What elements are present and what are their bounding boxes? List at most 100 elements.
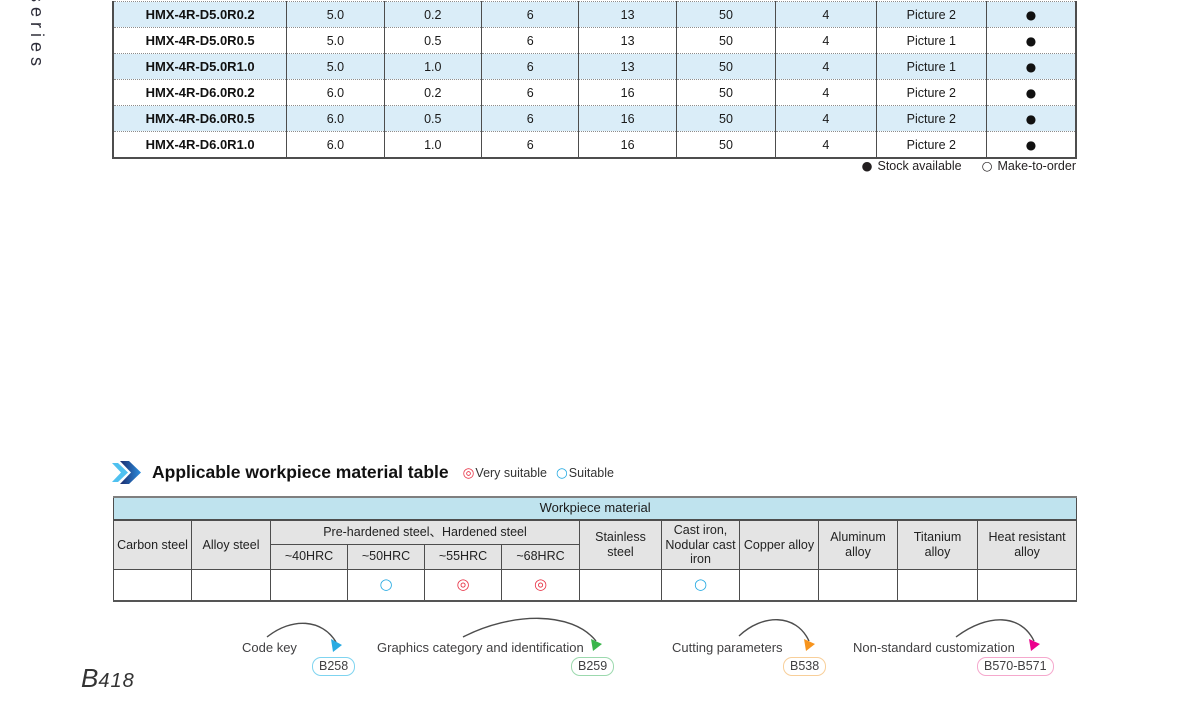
very-suitable-label: Very suitable: [475, 465, 547, 480]
mark-cell: [270, 568, 348, 601]
cell: 13: [578, 53, 677, 80]
mark-cell: [113, 568, 192, 601]
col-cast-iron: Cast iron, Nodular cast iron: [661, 519, 740, 570]
cell: 1.0: [384, 131, 483, 158]
section-title: Applicable workpiece material table: [152, 462, 449, 482]
stock-cell: ●: [986, 27, 1076, 54]
mark-cell: [191, 568, 271, 601]
cell: 6.0: [286, 131, 385, 158]
suitable-label: Suitable: [568, 465, 614, 480]
annotation-graphics-category: Graphics category and identification: [377, 640, 584, 655]
col-carbon-steel: Carbon steel: [113, 519, 192, 570]
table-row: HMX-4R-D5.0R0.5 5.0 0.5 6 13 50 4 Pictur…: [113, 27, 1076, 54]
page-number-digits: 418: [98, 670, 135, 692]
arrowhead-blue: [331, 639, 342, 652]
cell: 1.0: [384, 53, 483, 80]
product-code: HMX-4R-D6.0R1.0: [113, 131, 288, 158]
stock-cell: ●: [986, 53, 1076, 80]
col-68hrc: ~68HRC: [501, 543, 580, 570]
cell: 6: [481, 1, 580, 28]
table-row: HMX-4R-D6.0R0.5 6.0 0.5 6 16 50 4 Pictur…: [113, 105, 1076, 132]
mark-cell: [976, 568, 1078, 601]
arrowhead-pink: [1029, 639, 1040, 651]
arrowhead-orange: [804, 639, 815, 651]
stock-cell: ●: [986, 79, 1076, 106]
very-suitable-icon: ◎: [462, 464, 475, 481]
stock-available-icon: ●: [1025, 85, 1037, 100]
cell: 0.2: [384, 79, 483, 106]
col-50hrc: ~50HRC: [347, 543, 425, 570]
col-aluminum-alloy: Aluminum alloy: [818, 519, 898, 570]
cell: 4: [775, 105, 877, 132]
make-to-order-label: Make-to-order: [997, 159, 1077, 173]
page-ref-b570-b571: B570-B571: [977, 657, 1054, 676]
table-row: HMX-4R-D5.0R1.0 5.0 1.0 6 13 50 4 Pictur…: [113, 53, 1076, 80]
picture-ref: Picture 1: [876, 27, 988, 54]
cell: 5.0: [286, 27, 385, 54]
table-row: HMX-4R-D6.0R1.0 6.0 1.0 6 16 50 4 Pictur…: [113, 131, 1076, 159]
col-stainless-steel: Stainless steel: [579, 519, 662, 570]
cell: 5.0: [286, 53, 385, 80]
col-copper-alloy: Copper alloy: [739, 519, 819, 570]
cell: 6: [481, 27, 580, 54]
page-ref-b538: B538: [783, 657, 827, 676]
mark-cell: [897, 568, 978, 601]
table-row: HMX-4R-D5.0R0.2 5.0 0.2 6 13 50 4 Pictur…: [113, 1, 1076, 28]
cell: 6: [481, 53, 580, 80]
cell: 50: [676, 131, 777, 158]
cell: 13: [578, 27, 677, 54]
annotation-non-standard-customization: Non-standard customization: [853, 640, 1015, 655]
arrowhead-green: [591, 639, 602, 651]
cell: 0.2: [384, 1, 483, 28]
mark-cell: ◎: [424, 568, 502, 601]
cell: 50: [676, 79, 777, 106]
col-heat-resistant-alloy: Heat resistant alloy: [976, 519, 1078, 570]
table-row: HMX-4R-D6.0R0.2 6.0 0.2 6 16 50 4 Pictur…: [113, 79, 1076, 106]
col-group-hardened-steel: Pre-hardened steel、Hardened steel: [270, 519, 580, 545]
cell: 6: [481, 79, 580, 106]
cell: 4: [775, 131, 877, 158]
picture-ref: Picture 2: [876, 79, 988, 106]
product-code: HMX-4R-D5.0R0.5: [113, 27, 288, 54]
suitable-icon: ○: [556, 464, 568, 481]
page-ref-b258: B258: [312, 657, 356, 676]
cell: 16: [578, 131, 677, 158]
material-section-header: Applicable workpiece material table ◎ Ve…: [112, 461, 623, 484]
workpiece-material-table: Workpiece material Carbon steel Alloy st…: [112, 496, 1078, 602]
mark-cell: ◎: [501, 568, 580, 601]
picture-ref: Picture 2: [876, 131, 988, 158]
cell: 4: [775, 1, 877, 28]
very-suitable-mark: ◎: [456, 574, 470, 593]
suitable-mark: ○: [693, 574, 708, 593]
stock-available-icon: ●: [1025, 59, 1037, 74]
stock-legend: ● Stock available ○ Make-to-order: [112, 158, 1076, 173]
legend-item: ◎ Very suitable: [463, 465, 547, 481]
mark-cell: [579, 568, 662, 601]
mark-cell: ○: [661, 568, 740, 601]
col-alloy-steel: Alloy steel: [191, 519, 271, 570]
table-title: Workpiece material: [112, 496, 1078, 521]
picture-ref: Picture 2: [876, 1, 988, 28]
cell: 50: [676, 1, 777, 28]
cell: 50: [676, 27, 777, 54]
cell: 13: [578, 1, 677, 28]
stock-available-icon: ●: [1025, 111, 1037, 126]
cell: 4: [775, 53, 877, 80]
annotation-cutting-parameters: Cutting parameters: [672, 640, 783, 655]
mark-cell: [818, 568, 898, 601]
cell: 5.0: [286, 1, 385, 28]
cell: 0.5: [384, 105, 483, 132]
stock-cell: ●: [986, 1, 1076, 28]
very-suitable-mark: ◎: [533, 574, 548, 593]
annotation-code-key: Code key: [242, 640, 297, 655]
make-to-order-icon: ○: [981, 158, 993, 173]
suitable-mark: ○: [379, 574, 393, 593]
cell: 6: [481, 105, 580, 132]
catalog-page: series HMX-4R-D5.0R0.2 5.0 0.2 6 13 50 4…: [0, 0, 1186, 704]
cell: 6.0: [286, 79, 385, 106]
stock-available-icon: ●: [1025, 33, 1037, 48]
stock-available-icon: ●: [861, 158, 873, 173]
cell: 4: [775, 79, 877, 106]
stock-cell: ●: [987, 132, 1076, 159]
cell: 50: [676, 105, 777, 132]
